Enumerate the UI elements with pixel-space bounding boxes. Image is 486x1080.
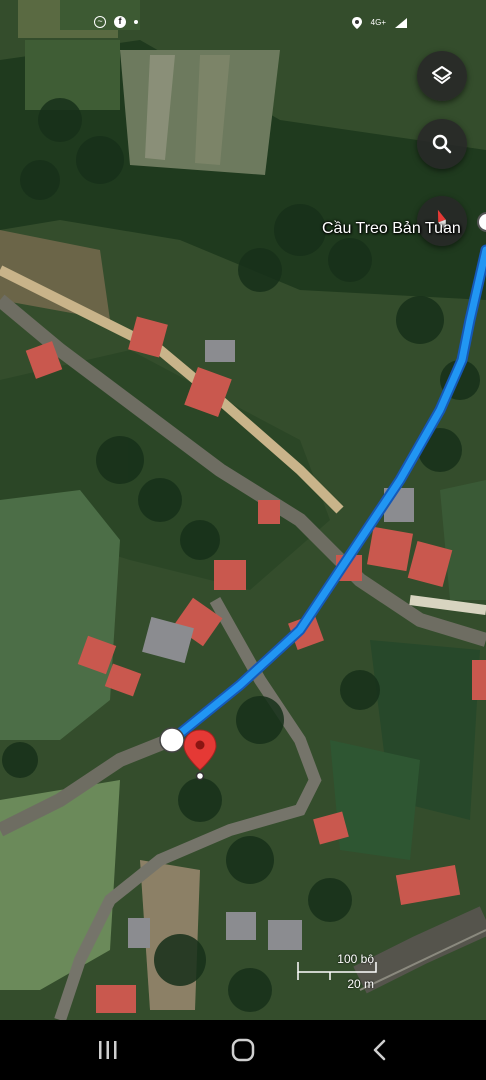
layers-icon	[432, 66, 452, 84]
notification-dot	[134, 20, 138, 24]
route-start-marker	[159, 727, 185, 753]
back-icon	[373, 1039, 386, 1061]
place-label[interactable]: Cầu Treo Bản Tuan	[322, 220, 461, 238]
map-view[interactable]: ~ f 4G+ Cầu Treo Bản Tuan 100 bộ 20 m	[0, 0, 486, 1020]
map-scale: 100 bộ 20 m	[296, 952, 380, 996]
location-icon	[351, 17, 362, 29]
signal-icon	[395, 18, 407, 28]
status-bar: ~ f 4G+	[0, 0, 486, 44]
back-button[interactable]	[360, 1034, 400, 1066]
home-icon	[231, 1038, 255, 1062]
recent-apps-button[interactable]	[88, 1034, 128, 1066]
recent-apps-icon	[99, 1041, 117, 1059]
network-type: 4G+	[370, 18, 386, 27]
facebook-icon: f	[114, 16, 126, 28]
scale-metric: 20 m	[347, 977, 374, 991]
search-button[interactable]	[417, 119, 467, 169]
navigation-bar	[0, 1020, 486, 1080]
search-icon	[432, 134, 452, 154]
home-button[interactable]	[223, 1034, 263, 1066]
layers-button[interactable]	[417, 51, 467, 101]
messenger-icon: ~	[94, 16, 106, 28]
satellite-imagery	[0, 0, 486, 1020]
